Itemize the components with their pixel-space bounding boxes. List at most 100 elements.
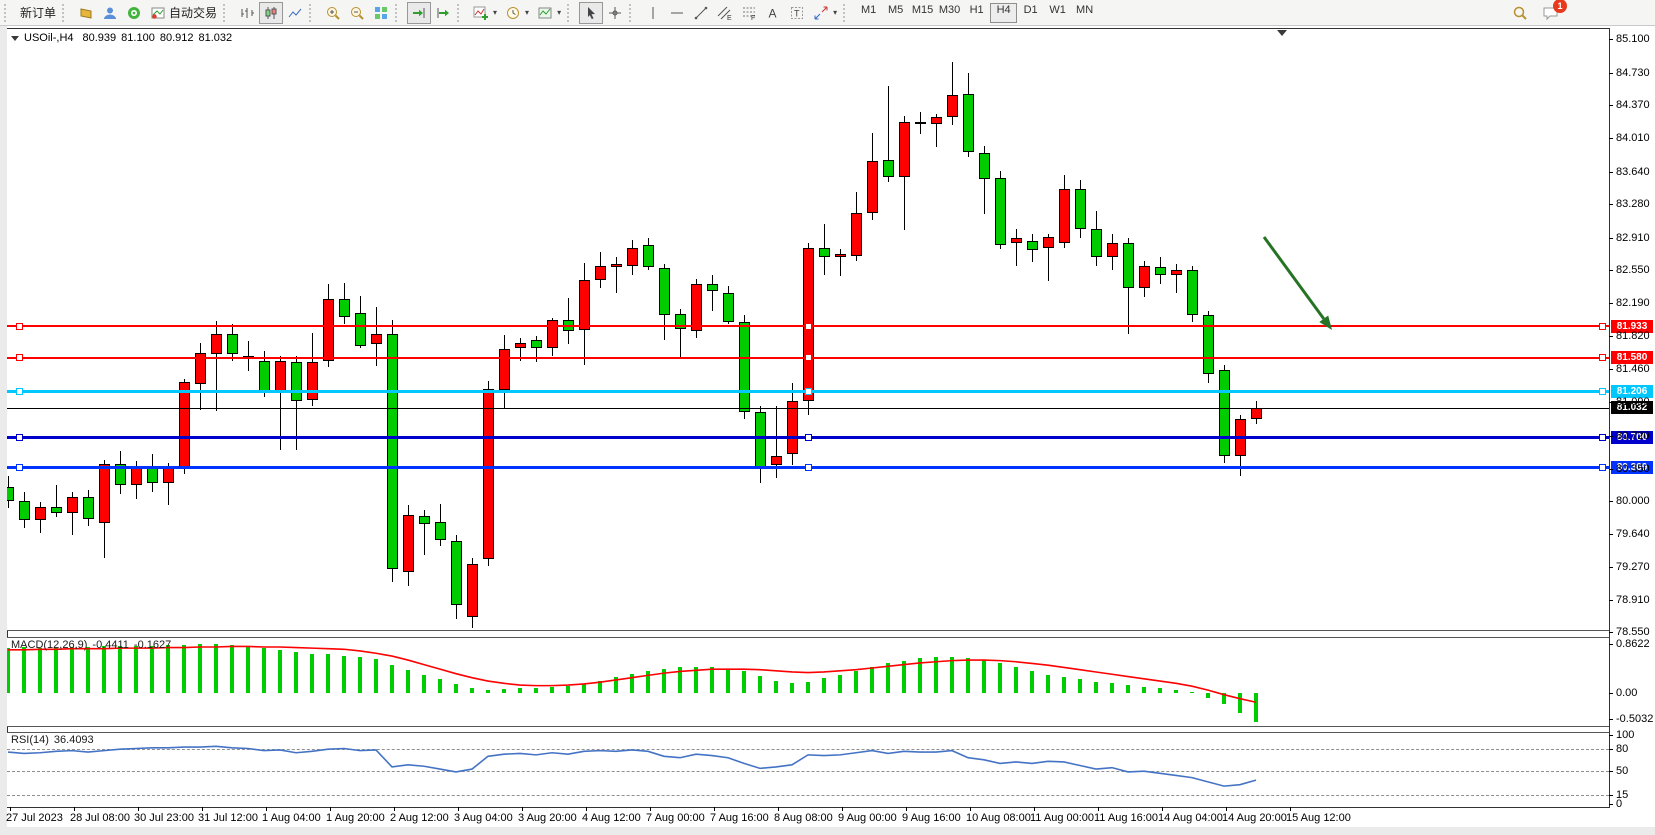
macd-bar bbox=[518, 688, 522, 693]
rsi-pane[interactable] bbox=[7, 733, 1609, 807]
text-label-button[interactable]: T bbox=[785, 2, 809, 24]
tab-timeframe-h1[interactable]: H1 bbox=[963, 3, 990, 23]
price-axis[interactable]: 81.93381.58081.20680.70080.36981.03285.1… bbox=[1609, 0, 1655, 835]
time-tick-label: 11 Aug 16:00 bbox=[1094, 812, 1158, 824]
price-tick-label: 81.460 bbox=[1616, 363, 1650, 375]
tab-timeframe-m5[interactable]: M5 bbox=[882, 3, 909, 23]
svg-text:F: F bbox=[751, 15, 755, 21]
price-tick-label: 81.820 bbox=[1616, 330, 1650, 342]
toolbar-grip bbox=[62, 4, 70, 22]
macd-bar bbox=[614, 677, 618, 693]
community-button[interactable] bbox=[98, 2, 122, 24]
macd-bar bbox=[1126, 685, 1130, 693]
auto-scroll-button[interactable] bbox=[407, 2, 431, 24]
macd-bar bbox=[406, 670, 410, 693]
line-chart-icon bbox=[287, 5, 303, 21]
price-tick bbox=[1609, 303, 1613, 304]
vertical-line-button[interactable] bbox=[641, 2, 665, 24]
time-tick bbox=[394, 807, 395, 811]
signals-button[interactable] bbox=[122, 2, 146, 24]
tab-timeframe-h4[interactable]: H4 bbox=[990, 3, 1017, 23]
macd-bar bbox=[246, 646, 250, 693]
new-order-button[interactable]: 新订单 bbox=[16, 2, 60, 24]
rsi-scale-label: 80 bbox=[1616, 743, 1628, 755]
tab-timeframe-w1[interactable]: W1 bbox=[1044, 3, 1071, 23]
chat-button[interactable]: 1 bbox=[1538, 2, 1564, 24]
trendline-button[interactable] bbox=[689, 2, 713, 24]
macd-bar bbox=[86, 647, 90, 693]
price-tick bbox=[1609, 600, 1613, 601]
search-button[interactable] bbox=[1508, 2, 1532, 24]
time-axis[interactable]: 27 Jul 202328 Jul 08:0030 Jul 23:0031 Ju… bbox=[0, 806, 1655, 828]
toolbar-grip bbox=[843, 4, 851, 22]
periods-button[interactable]: ▾ bbox=[501, 2, 533, 24]
tab-timeframe-m15[interactable]: M15 bbox=[909, 3, 936, 23]
time-tick bbox=[842, 807, 843, 811]
crosshair-button[interactable] bbox=[603, 2, 627, 24]
chart-shift-marker[interactable] bbox=[1277, 30, 1287, 36]
macd-bar bbox=[278, 650, 282, 693]
time-tick-label: 2 Aug 12:00 bbox=[390, 812, 449, 824]
fibonacci-button[interactable]: F bbox=[737, 2, 761, 24]
svg-text:T: T bbox=[794, 8, 800, 18]
autotrading-button[interactable]: 自动交易 bbox=[146, 2, 221, 24]
tab-timeframe-m30[interactable]: M30 bbox=[936, 3, 963, 23]
candlestick-chart-button[interactable] bbox=[259, 2, 283, 24]
time-tick-label: 11 Aug 00:00 bbox=[1030, 812, 1094, 824]
auto-scroll-icon bbox=[411, 5, 427, 21]
macd-bar bbox=[886, 663, 890, 693]
macd-bar bbox=[102, 646, 106, 693]
horizontal-line-button[interactable] bbox=[665, 2, 689, 24]
text-button[interactable]: A bbox=[761, 2, 785, 24]
time-tick bbox=[1098, 807, 1099, 811]
time-tick bbox=[10, 807, 11, 811]
toolbar-grip bbox=[4, 4, 12, 22]
main-chart-pane[interactable] bbox=[7, 29, 1609, 630]
price-tick-label: 78.910 bbox=[1616, 594, 1650, 606]
toolbar-grip bbox=[629, 4, 637, 22]
macd-bar bbox=[566, 686, 570, 693]
tab-timeframe-m1[interactable]: M1 bbox=[855, 3, 882, 23]
pane-separator[interactable] bbox=[7, 630, 1609, 631]
macd-bar bbox=[70, 647, 74, 693]
rsi-level-line bbox=[7, 795, 1609, 796]
macd-scale-tick bbox=[1609, 644, 1613, 645]
chart-shift-button[interactable] bbox=[431, 2, 455, 24]
time-tick-label: 30 Jul 23:00 bbox=[134, 812, 194, 824]
rsi-level-line bbox=[7, 771, 1609, 772]
macd-bar bbox=[166, 645, 170, 693]
templates-button[interactable]: ▾ bbox=[533, 2, 565, 24]
macd-bar bbox=[7, 648, 10, 693]
time-tick-label: 14 Aug 20:00 bbox=[1222, 812, 1287, 824]
price-tick bbox=[1609, 39, 1613, 40]
pane-separator[interactable] bbox=[7, 726, 1609, 727]
cursor-button[interactable] bbox=[579, 2, 603, 24]
main-toolbar: 新订单 自动交易 ▾ ▾ ▾ bbox=[0, 0, 1655, 26]
equidistant-channel-button[interactable]: E bbox=[713, 2, 737, 24]
zoom-out-button[interactable] bbox=[345, 2, 369, 24]
rsi-scale-tick bbox=[1609, 771, 1613, 772]
horizontal-line-icon bbox=[669, 5, 685, 21]
time-tick-label: 3 Aug 20:00 bbox=[518, 812, 577, 824]
macd-pane[interactable] bbox=[7, 638, 1609, 726]
line-chart-button[interactable] bbox=[283, 2, 307, 24]
time-tick bbox=[1226, 807, 1227, 811]
macd-bar bbox=[934, 657, 938, 693]
signals-icon bbox=[126, 5, 142, 21]
price-tick-label: 82.910 bbox=[1616, 232, 1650, 244]
svg-text:E: E bbox=[727, 15, 732, 21]
trend-arrow[interactable] bbox=[7, 29, 1609, 630]
price-tick-label: 84.370 bbox=[1616, 99, 1650, 111]
price-tick bbox=[1609, 436, 1613, 437]
tab-timeframe-mn[interactable]: MN bbox=[1071, 3, 1098, 23]
bar-chart-button[interactable] bbox=[235, 2, 259, 24]
tile-windows-button[interactable] bbox=[369, 2, 393, 24]
market-button[interactable] bbox=[74, 2, 98, 24]
one-click-trading-icon[interactable] bbox=[11, 36, 19, 41]
add-indicator-button[interactable]: ▾ bbox=[469, 2, 501, 24]
time-tick-label: 1 Aug 04:00 bbox=[262, 812, 321, 824]
arrow-objects-button[interactable]: ▾ bbox=[809, 2, 841, 24]
zoom-in-icon bbox=[325, 5, 341, 21]
zoom-in-button[interactable] bbox=[321, 2, 345, 24]
tab-timeframe-d1[interactable]: D1 bbox=[1017, 3, 1044, 23]
